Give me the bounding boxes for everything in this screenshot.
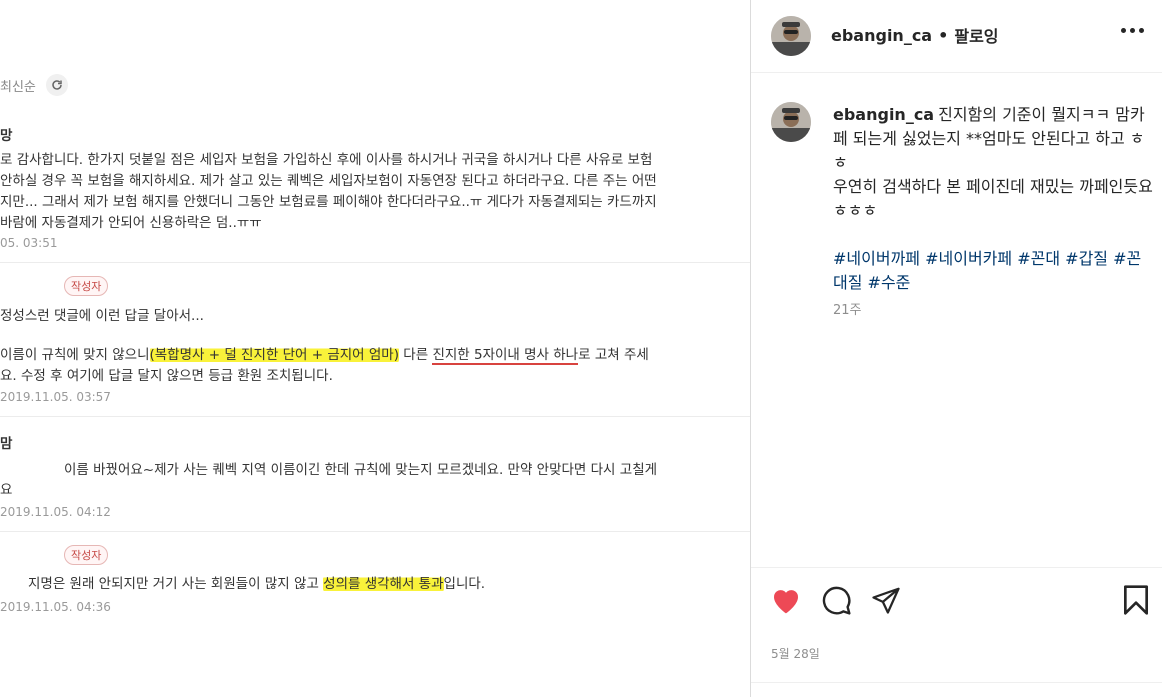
divider [0, 531, 750, 532]
text-segment: 다른 [399, 347, 433, 363]
comment-text-line: 바람에 자동결제가 안되어 신용하락은 덤..ㅠㅠ [0, 215, 262, 231]
hashtag-link[interactable]: #네이버까페 [833, 249, 920, 268]
username-link[interactable]: ebangin_ca [831, 26, 932, 45]
author-badge: 작성자 [64, 276, 109, 296]
text-segment: 이름이 규칙에 맞지 않으니 [0, 347, 150, 363]
avatar[interactable] [771, 16, 811, 56]
heart-filled-icon[interactable] [769, 583, 803, 617]
underlined-text: 진지한 5자이내 명사 하나 [432, 347, 579, 365]
caption-username[interactable]: ebangin_ca [833, 105, 934, 124]
comment-date: 05. 03:51 [0, 236, 58, 250]
comment-text-line: 이름이 규칙에 맞지 않으니(복합명사 + 덜 진지한 단어 + 금지어 엄마)… [0, 343, 649, 365]
comment-author: 맘 [0, 436, 13, 452]
text-segment: 로 고쳐 주세 [578, 347, 649, 363]
separator-dot: • [938, 25, 949, 45]
comment-date: 2019.11.05. 03:57 [0, 390, 111, 404]
comment-bubble-icon[interactable] [819, 583, 853, 617]
divider [0, 416, 750, 417]
paper-plane-icon[interactable] [869, 583, 903, 617]
text-segment: 지명은 원래 안되지만 거기 사는 회원들이 많지 않고 [28, 576, 324, 592]
comment-text-line: 정성스런 댓글에 이런 답글 달아서... [0, 308, 204, 324]
more-dots-icon[interactable] [1121, 28, 1144, 33]
caption-time: 21주 [833, 303, 862, 318]
post-header: ebangin_ca • 팔로잉 [751, 0, 1162, 73]
post-sidebar: ebangin_ca • 팔로잉 ebangin_ca 진지함의 기준이 뭘지ㅋㅋ… [751, 0, 1162, 697]
divider [751, 682, 1162, 683]
hashtag-link[interactable]: #꼰대 [1017, 249, 1060, 268]
comment-text-line: 지만... 그래서 제가 보험 해지를 안했더니 그동안 보험료를 페이해야 한… [0, 194, 657, 210]
comment-text-line: 이름 바꿨어요~제가 사는 퀘벡 지역 이름이긴 한데 규칙에 맞는지 모르겠네… [64, 462, 658, 478]
post-date: 5월 28일 [771, 647, 820, 661]
comment-date: 2019.11.05. 04:12 [0, 505, 111, 519]
refresh-icon [45, 74, 68, 96]
following-button[interactable]: 팔로잉 [954, 23, 998, 47]
comment-text-line: 로 감사합니다. 한가지 덧붙일 점은 세입자 보험을 가입하신 후에 이사를 … [0, 152, 653, 168]
author-badge: 작성자 [64, 545, 109, 565]
post-caption: ebangin_ca 진지함의 기준이 뭘지ㅋㅋ 맘카페 되는게 싫었는지 **엄… [833, 103, 1153, 295]
divider [751, 567, 1162, 568]
highlighted-text: (복합명사 + 덜 진지한 단어 + 금지어 엄마) [149, 347, 399, 363]
text-segment: 입니다. [443, 576, 486, 592]
comment-text-line: 요 [0, 482, 13, 498]
header-user: ebangin_ca • 팔로잉 [831, 23, 999, 47]
divider [0, 262, 750, 263]
hashtag-link[interactable]: #네이버카페 [925, 249, 1012, 268]
comment-date: 2019.11.05. 04:36 [0, 600, 111, 614]
comment-text-line: 요. 수정 후 여기에 답글 달지 않으면 등급 환원 조치됩니다. [0, 368, 333, 384]
hashtag-link[interactable]: #갑질 [1065, 249, 1108, 268]
sort-control[interactable]: 최신순 [0, 74, 68, 96]
hashtag-link[interactable]: #수준 [868, 273, 911, 292]
post-image[interactable]: 최신순 망 로 감사합니다. 한가지 덧붙일 점은 세입자 보험을 가입하신 후… [0, 0, 750, 697]
sort-label: 최신순 [0, 79, 36, 95]
bookmark-icon[interactable] [1119, 583, 1153, 617]
avatar[interactable] [771, 102, 811, 142]
highlighted-text: 성의를 생각해서 통과 [323, 576, 444, 592]
comment-author: 망 [0, 128, 13, 144]
comment-text-line: 안하실 경우 꼭 보험을 해지하세요. 제가 살고 있는 퀘벡은 세입자보험이 … [0, 173, 657, 189]
comment-text-line: 지명은 원래 안되지만 거기 사는 회원들이 많지 않고 성의를 생각해서 통과… [28, 572, 485, 592]
